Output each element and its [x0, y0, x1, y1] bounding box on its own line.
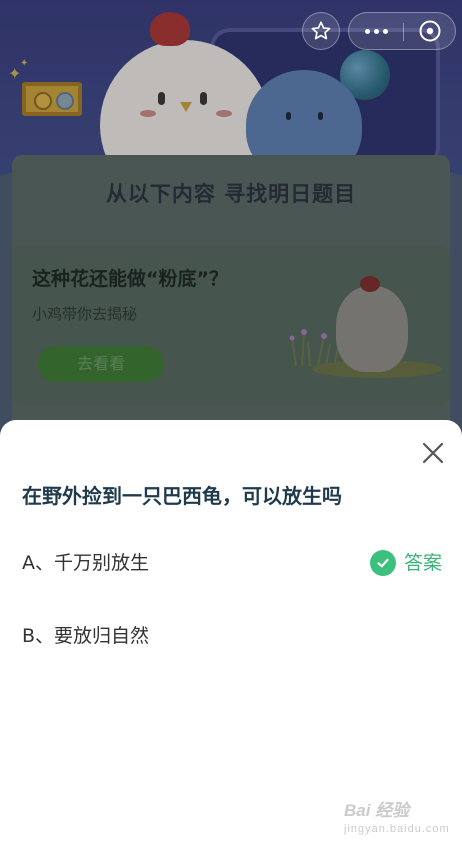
option-a[interactable]: A、千万别放生 答案 [22, 545, 442, 581]
baidu-watermark: Bai 经验 jingyan.baidu.com [344, 796, 454, 836]
circle-x-icon [419, 20, 441, 42]
question-text: 在野外捡到一只巴西龟，可以放生吗 [22, 484, 342, 508]
close-x-icon[interactable] [417, 437, 449, 469]
answer-badge: 答案 [369, 545, 442, 581]
star-outline-icon [311, 21, 331, 40]
watermark-brand: Bai 经验 [344, 801, 410, 820]
option-label: A、千万别放生 [22, 552, 149, 574]
answer-label: 答案 [403, 552, 442, 574]
capsule-menu [348, 12, 456, 50]
option-label: B、要放归自然 [22, 625, 150, 647]
more-button[interactable] [349, 13, 403, 49]
background-screen: ✦ ✦ 从以下内容 寻找明日题目 这种花还能做“粉底”？ 小鸡带你去揭秘 去看看 [0, 0, 462, 440]
more-dots-icon [364, 28, 370, 34]
watermark-url: jingyan.baidu.com [344, 823, 450, 835]
dim-overlay [0, 0, 462, 440]
favorite-button[interactable] [302, 12, 340, 50]
close-miniprogram-button[interactable] [404, 13, 456, 49]
check-icon [369, 550, 396, 576]
option-b[interactable]: B、要放归自然 [22, 618, 442, 654]
